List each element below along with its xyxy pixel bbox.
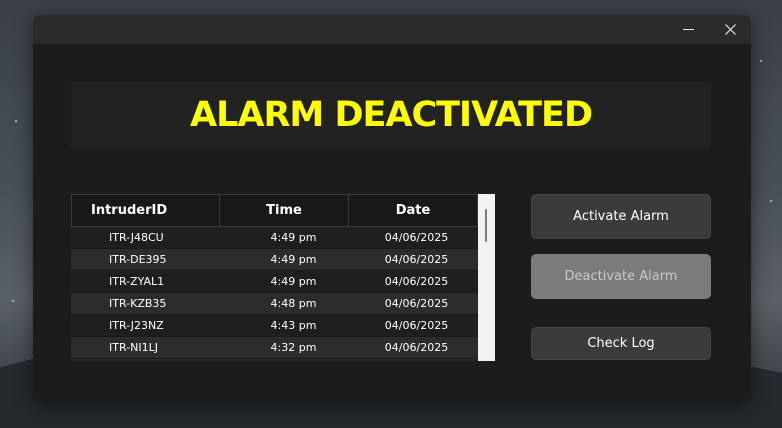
activate-alarm-button[interactable]: Activate Alarm [531, 194, 711, 239]
minimize-icon [682, 29, 694, 30]
cell-time: 4:43 pm [270, 319, 317, 332]
cell-intruder-id: ITR-KZB35 [109, 297, 167, 310]
column-header-intruder-id[interactable]: IntruderID [72, 195, 220, 226]
intruder-table-container: IntruderID Time Date ITR-J48CU 4:49 pm 0… [71, 194, 495, 361]
table-row[interactable]: ITR-DE395 4:49 pm 04/06/2025 [71, 249, 478, 271]
minimize-button[interactable] [668, 15, 708, 44]
cell-intruder-id: ITR-J23NZ [109, 319, 164, 332]
table-row[interactable]: ITR-ZYAL1 4:49 pm 04/06/2025 [71, 271, 478, 293]
close-button[interactable] [710, 15, 750, 44]
cell-intruder-id: ITR-J48CU [109, 231, 164, 244]
close-icon [724, 24, 736, 35]
deactivate-alarm-button[interactable]: Deactivate Alarm [531, 254, 711, 299]
column-header-time[interactable]: Time [220, 195, 349, 226]
table-scrollbar[interactable] [478, 194, 495, 361]
alarm-status-text: ALARM DEACTIVATED [190, 95, 593, 135]
cell-time: 4:49 pm [270, 231, 317, 244]
table-row[interactable]: ITR-KZB35 4:48 pm 04/06/2025 [71, 293, 478, 315]
cell-date: 04/06/2025 [384, 319, 449, 332]
table-row[interactable]: ITR-J48CU 4:49 pm 04/06/2025 [71, 227, 478, 249]
cell-date: 04/06/2025 [384, 231, 449, 244]
cell-intruder-id: ITR-ZYAL1 [109, 275, 165, 288]
cell-intruder-id: ITR-DE395 [109, 253, 167, 266]
table-row[interactable]: ITR-J23NZ 4:43 pm 04/06/2025 [71, 315, 478, 337]
cell-time: 4:48 pm [270, 297, 317, 310]
cell-intruder-id: ITR-NI1LJ [109, 341, 158, 354]
app-window: ALARM DEACTIVATED IntruderID Time Date I… [33, 15, 751, 403]
scrollbar-thumb[interactable] [485, 209, 487, 242]
cell-date: 04/06/2025 [384, 275, 449, 288]
cell-time: 4:32 pm [270, 341, 317, 354]
title-bar [33, 15, 751, 44]
alarm-status-banner: ALARM DEACTIVATED [71, 82, 711, 148]
check-log-button[interactable]: Check Log [531, 327, 711, 360]
column-header-date[interactable]: Date [349, 195, 477, 226]
cell-date: 04/06/2025 [384, 341, 449, 354]
table-header: IntruderID Time Date [71, 194, 478, 227]
cell-time: 4:49 pm [270, 253, 317, 266]
cell-date: 04/06/2025 [384, 297, 449, 310]
cell-time: 4:49 pm [270, 275, 317, 288]
table-row[interactable]: ITR-NI1LJ 4:32 pm 04/06/2025 [71, 337, 478, 359]
cell-date: 04/06/2025 [384, 253, 449, 266]
intruder-table: IntruderID Time Date ITR-J48CU 4:49 pm 0… [71, 194, 478, 361]
